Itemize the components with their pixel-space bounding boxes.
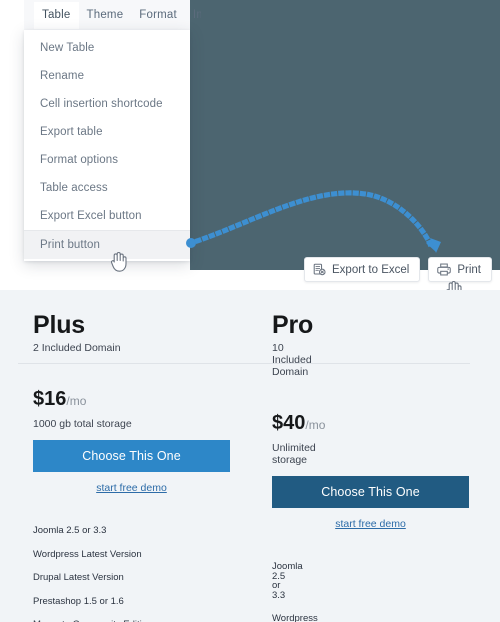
- table-menu-dropdown: New Table Rename Cell insertion shortcod…: [24, 30, 190, 261]
- export-to-excel-button[interactable]: Export to Excel: [304, 257, 421, 282]
- menu-item-rename[interactable]: Rename: [24, 62, 190, 90]
- menu-item-format-options[interactable]: Format options: [24, 146, 190, 174]
- pricing-table: Plus 2 Included Domain $16/mo 1000 gb to…: [0, 290, 500, 622]
- menu-tab-import[interactable]: Imp: [185, 2, 201, 29]
- table-toolbar: Export to Excel Print: [304, 257, 492, 282]
- menu-item-print-button[interactable]: Print button: [24, 230, 190, 259]
- menu-tab-table[interactable]: Table: [34, 1, 79, 29]
- export-to-excel-label: Export to Excel: [332, 263, 410, 276]
- app-root: 13 Table Theme Format Imp New Table Rena…: [0, 0, 500, 622]
- menu-item-export-excel-button[interactable]: Export Excel button: [24, 202, 190, 230]
- free-demo-link-pro[interactable]: start free demo: [272, 518, 469, 530]
- menu-bar: Table Theme Format Imp: [24, 0, 201, 30]
- menu-item-cell-insertion-shortcode[interactable]: Cell insertion shortcode: [24, 90, 190, 118]
- menu-tab-theme[interactable]: Theme: [79, 2, 132, 29]
- menu-item-table-access[interactable]: Table access: [24, 174, 190, 202]
- printer-icon: [437, 263, 452, 276]
- print-button[interactable]: Print: [428, 257, 492, 282]
- print-label: Print: [457, 263, 481, 276]
- menu-item-new-table[interactable]: New Table: [24, 34, 190, 62]
- app-canvas-background: [190, 0, 500, 270]
- pricing-column-pro: Pro 10 Included Domain $40/mo Unlimited …: [0, 312, 469, 622]
- pricing-divider: [18, 363, 470, 364]
- menu-item-export-table[interactable]: Export table: [24, 118, 190, 146]
- plan-price-pro: $40: [272, 412, 306, 435]
- choose-plan-button-pro[interactable]: Choose This One: [272, 476, 469, 509]
- plan-period-pro: /mo: [305, 418, 326, 433]
- menu-tab-format[interactable]: Format: [131, 2, 185, 29]
- excel-export-icon: [313, 263, 326, 276]
